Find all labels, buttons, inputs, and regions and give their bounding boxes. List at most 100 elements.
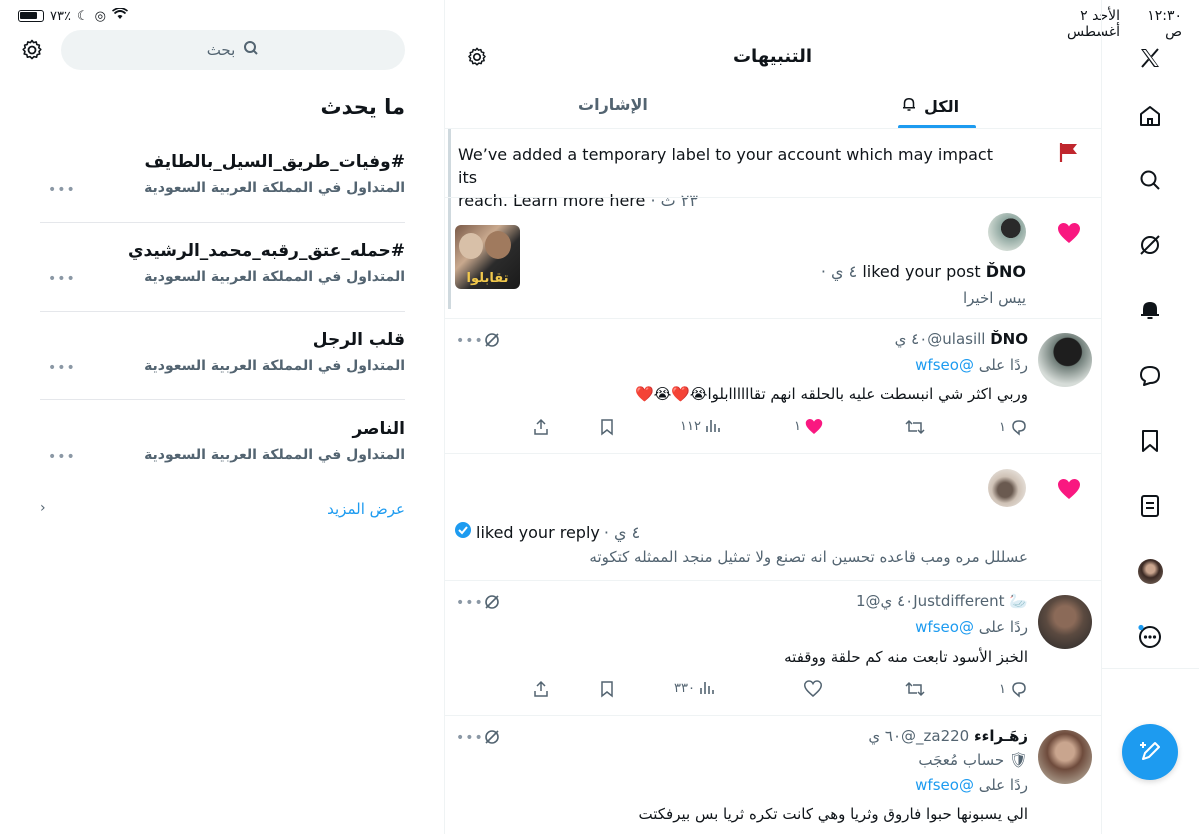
more-options-icon[interactable] [1136,622,1164,650]
more-icon[interactable]: ••• [48,271,76,287]
bookmarks-icon[interactable] [1136,427,1164,455]
divider [445,197,1101,198]
tweet-handle[interactable]: @_za220 [901,727,969,745]
avatar[interactable] [1038,730,1092,784]
divider [40,399,405,400]
tweet-handle[interactable]: @ulasill [927,330,985,348]
avatar[interactable] [1038,333,1092,387]
account-notice[interactable]: We’ve added a temporary label to your ac… [458,143,998,212]
share-button[interactable] [532,680,550,698]
divider [40,311,405,312]
trend-item[interactable]: #وفيات_طريق_السيل_بالطايف المتداول في ال… [40,152,406,198]
trend-meta: المتداول في المملكة العربية السعودية [144,180,405,196]
tweet-author[interactable]: ĎNO [990,330,1028,348]
like-button[interactable]: ١ [794,418,823,435]
grok-icon[interactable] [484,594,500,614]
chevron-left-icon: ‹ [40,500,46,516]
notifications-bell-icon[interactable] [1136,296,1164,324]
tweet-text[interactable]: الي يسبونها حبوا فاروق وثريا وهي كانت تك… [560,805,1028,823]
tweet-time: ٤٠ ي [880,592,914,610]
repost-button[interactable] [905,680,925,698]
avatar[interactable] [1038,595,1092,649]
trend-meta: المتداول في المملكة العربية السعودية [144,358,405,374]
settings-icon[interactable] [20,38,44,66]
divider [445,128,1101,129]
reply-to: ردًا على @wfseo [700,776,1028,794]
lists-icon[interactable] [1136,492,1164,520]
reply-to-handle[interactable]: @wfseo [915,356,974,374]
moon-icon: ☾ [76,8,89,24]
more-icon[interactable]: ••• [48,449,76,465]
views-button[interactable]: ٣٣٠ [674,680,715,696]
avatar[interactable] [988,213,1026,251]
trend-title: #وفيات_طريق_السيل_بالطايف [144,152,406,172]
search-input[interactable]: بحث [61,30,405,70]
tweet-text[interactable]: وربي اكثر شي انبسطت عليه بالحلقه انهم تق… [560,385,1028,403]
battery-icon [18,10,44,22]
divider [445,318,1101,319]
home-icon[interactable] [1136,102,1164,130]
view-count: ١١٢ [680,418,701,434]
post-thumbnail[interactable]: تقابلوا [455,225,520,289]
heart-filled-icon [1057,222,1081,248]
like-notification-text: liked your reply · ٤ ي [454,521,640,543]
liked-post-snippet[interactable]: ييس اخيرا [536,289,1026,307]
reply-icon [1012,682,1026,698]
views-icon [706,420,720,432]
show-more-link[interactable]: عرض المزيد ‹ [40,500,405,518]
heart-filled-icon [1057,478,1081,504]
explore-search-icon[interactable] [1136,166,1164,194]
view-count: ٣٣٠ [674,680,695,696]
like-time: · ٤ ي [603,522,641,542]
fan-account-badge: 🛡 حساب مُعجَب [700,751,1028,769]
like-button[interactable] [804,680,822,697]
views-button[interactable]: ١١٢ [680,418,721,434]
reply-button[interactable]: ١ [999,418,1028,436]
messages-icon[interactable] [1136,362,1164,390]
column-divider [1101,0,1102,834]
tweet-author[interactable]: زهَـراءء [974,727,1028,745]
share-icon [534,680,548,697]
column-divider [444,0,445,834]
tab-all[interactable]: الكل [900,95,959,117]
bookmark-button[interactable] [599,680,615,698]
tweet-handle[interactable]: @ [866,592,881,610]
x-logo-icon[interactable] [1136,44,1164,72]
more-icon[interactable]: ••• [48,360,76,376]
grok-nav-icon[interactable] [1136,231,1164,259]
profile-avatar[interactable] [1138,559,1163,584]
reply-button[interactable]: ١ [999,680,1028,698]
status-time: ١٢:٣٠ ص [1147,8,1182,40]
divider [1101,668,1199,669]
like-username[interactable]: ĎNO [986,262,1026,281]
share-button[interactable] [532,418,550,436]
heart-filled-icon [805,419,823,434]
bookmark-button[interactable] [599,418,615,436]
reply-to-handle[interactable]: @wfseo [915,776,974,794]
page-title: التنبيهات [732,46,813,67]
tab-mentions[interactable]: الإشارات [578,95,648,114]
like-action: liked your post [862,262,981,281]
repost-button[interactable] [905,418,925,436]
compose-post-button[interactable] [1122,724,1178,780]
grok-icon[interactable] [484,332,500,352]
trend-item[interactable]: قلب الرجل المتداول في المملكة العربية ال… [40,330,405,376]
like-action: liked your reply [476,522,600,542]
reply-to-prefix: ردًا على [978,618,1028,636]
liked-reply-snippet[interactable]: عسللل مره ومب قاعده تحسين انه تصنع ولا ت… [454,548,1028,566]
heart-icon [804,680,822,697]
reply-to-handle[interactable]: @wfseo [915,618,974,636]
grok-icon[interactable] [484,729,500,749]
bookmark-icon [601,681,613,698]
notifications-settings-icon[interactable] [466,46,488,72]
tweet-text[interactable]: الخبز الأسود تابعت منه كم حلقة ووقفته [560,648,1028,666]
sync-icon: ◎ [94,8,106,24]
avatar[interactable] [988,469,1026,507]
share-icon [534,418,548,435]
notice-time: · ٢٣ ث [650,191,698,210]
tweet-header: ٤٠ ي@1Justdifferent 🦢 [700,592,1028,610]
wifi-icon [111,7,128,24]
trend-item[interactable]: #حمله_عتق_رقبه_محمد_الرشيدي المتداول في … [40,241,405,287]
more-icon[interactable]: ••• [48,182,76,198]
battery-level: ٧٣٪ [50,8,71,24]
